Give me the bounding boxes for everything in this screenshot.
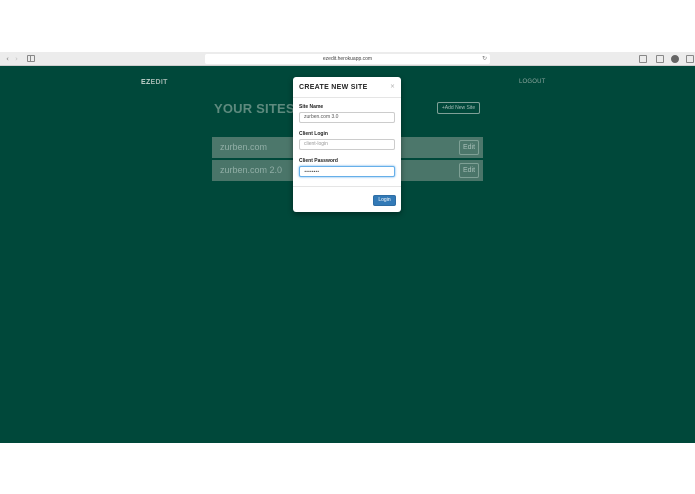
address-bar[interactable]: ezedit.herokuapp.com ↻ bbox=[205, 54, 490, 64]
client-login-label: Client Login bbox=[299, 131, 328, 137]
add-new-site-button[interactable]: +Add New Site bbox=[437, 102, 480, 114]
modal-title: CREATE NEW SITE bbox=[299, 84, 368, 91]
site-name-input[interactable]: zurben.com 3.0 bbox=[299, 112, 395, 123]
extension-icon[interactable] bbox=[671, 55, 679, 63]
new-tab-icon[interactable] bbox=[686, 55, 694, 63]
edit-site-button[interactable]: Edit bbox=[459, 163, 479, 178]
modal-footer-divider bbox=[293, 186, 401, 187]
app-logo[interactable]: EZEDIT bbox=[141, 79, 168, 86]
logout-link[interactable]: LOGOUT bbox=[519, 79, 546, 85]
share-icon[interactable] bbox=[639, 55, 647, 63]
site-name: zurben.com bbox=[220, 142, 268, 152]
site-name: zurben.com 2.0 bbox=[220, 165, 283, 175]
top-margin bbox=[0, 0, 695, 52]
site-name-label: Site Name bbox=[299, 104, 324, 110]
client-login-input[interactable]: client-login bbox=[299, 139, 395, 150]
edit-site-button[interactable]: Edit bbox=[459, 140, 479, 155]
client-password-label: Client Password bbox=[299, 158, 338, 164]
login-button[interactable]: Login bbox=[373, 195, 396, 206]
logo-suffix: EDIT bbox=[150, 79, 168, 86]
bottom-margin bbox=[0, 443, 695, 494]
tabs-icon[interactable] bbox=[656, 55, 664, 63]
sidebar-toggle-icon[interactable] bbox=[27, 55, 35, 62]
browser-toolbar: ‹ › ezedit.herokuapp.com ↻ bbox=[0, 52, 695, 66]
close-icon[interactable]: × bbox=[390, 83, 395, 90]
modal-header: CREATE NEW SITE × bbox=[293, 77, 401, 98]
back-icon[interactable]: ‹ bbox=[4, 55, 11, 63]
client-password-input[interactable]: •••••••• bbox=[299, 166, 395, 177]
logo-prefix: EZ bbox=[141, 79, 151, 86]
create-site-modal: CREATE NEW SITE × Site Name zurben.com 3… bbox=[293, 77, 401, 212]
page-title: YOUR SITES bbox=[214, 101, 295, 116]
forward-icon[interactable]: › bbox=[13, 55, 20, 63]
url-text: ezedit.herokuapp.com bbox=[322, 56, 373, 62]
reload-icon[interactable]: ↻ bbox=[482, 54, 487, 64]
